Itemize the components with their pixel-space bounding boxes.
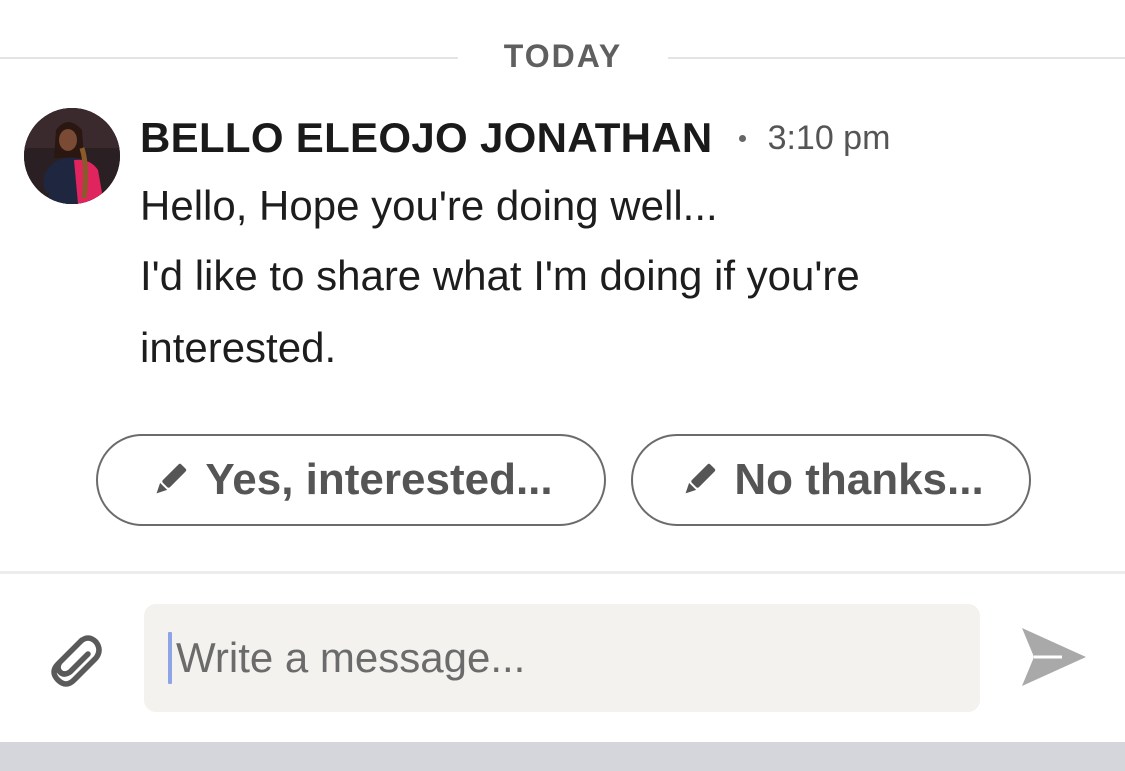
chat-screen: TODAY BELLO ELEOJO JONATHAN 3:10 pm Hell… xyxy=(0,0,1125,771)
sender-name[interactable]: BELLO ELEOJO JONATHAN xyxy=(140,114,713,162)
avatar[interactable] xyxy=(24,108,120,204)
profile-photo xyxy=(24,108,120,204)
separator-dot xyxy=(738,134,746,142)
day-divider-label: TODAY xyxy=(503,38,623,74)
quick-reply-label: Yes, interested... xyxy=(205,455,553,504)
message-input-placeholder: Write a message... xyxy=(176,634,526,681)
keyboard-top-edge xyxy=(0,742,1125,771)
quick-reply-no-button[interactable]: No thanks... xyxy=(631,434,1031,526)
pencil-icon xyxy=(685,463,716,494)
message-timestamp: 3:10 pm xyxy=(767,118,891,157)
message-text-line: I'd like to share what I'm doing if you'… xyxy=(140,252,860,299)
message-text-line: interested. xyxy=(140,324,337,371)
quick-reply-label: No thanks... xyxy=(734,455,984,504)
composer-divider xyxy=(0,571,1125,574)
day-divider-line-left xyxy=(0,57,458,59)
send-button[interactable] xyxy=(1018,624,1090,690)
send-icon xyxy=(1022,628,1086,686)
paperclip-icon xyxy=(51,635,102,687)
day-divider-line-right xyxy=(668,57,1125,59)
attach-button[interactable] xyxy=(36,622,108,694)
message-text-line: Hello, Hope you're doing well... xyxy=(140,182,718,229)
message-input[interactable]: Write a message... xyxy=(144,604,980,712)
quick-reply-yes-button[interactable]: Yes, interested... xyxy=(96,434,606,526)
text-caret xyxy=(168,632,172,684)
sender-header: BELLO ELEOJO JONATHAN 3:10 pm xyxy=(140,112,890,164)
pencil-icon xyxy=(156,463,187,494)
